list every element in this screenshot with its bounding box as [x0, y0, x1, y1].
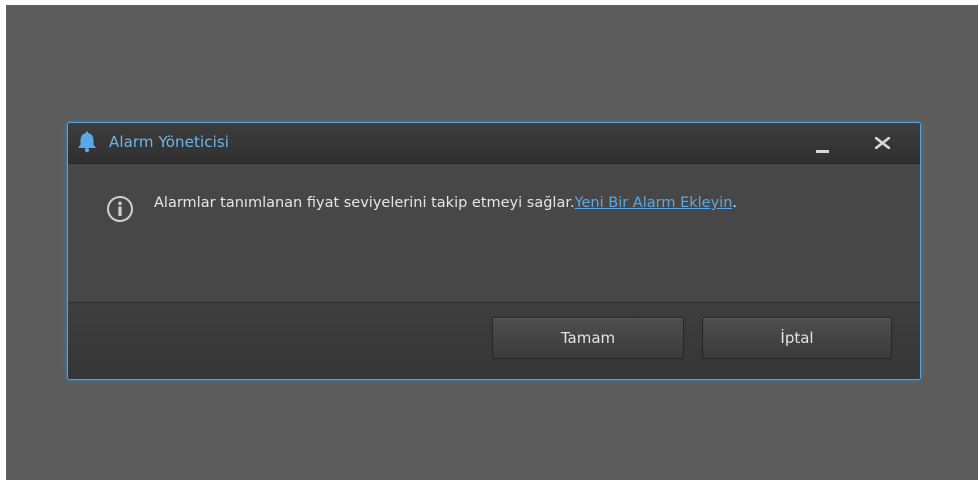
message-trailing: . [732, 195, 737, 211]
message-text: Alarmlar tanımlanan fiyat seviyelerini t… [154, 195, 575, 211]
minimize-button[interactable] [810, 130, 836, 156]
info-message: Alarmlar tanımlanan fiyat seviyelerini t… [154, 195, 834, 212]
close-button[interactable] [870, 130, 896, 156]
ok-button[interactable]: Tamam [492, 317, 684, 359]
dialog-title: Alarm Yöneticisi [109, 133, 230, 151]
dialog-titlebar: Alarm Yöneticisi [68, 123, 920, 164]
bell-icon [76, 131, 98, 153]
dialog-footer: Tamam İptal [68, 302, 920, 379]
dialog-content: Alarmlar tanımlanan fiyat seviyelerini t… [68, 164, 920, 302]
minimize-icon [816, 150, 829, 153]
alarm-manager-dialog: Alarm Yöneticisi Alarmlar tanımlanan fiy… [67, 122, 921, 380]
cancel-button[interactable]: İptal [702, 317, 892, 359]
info-icon [106, 195, 134, 223]
add-new-alarm-link[interactable]: Yeni Bir Alarm Ekleyin [575, 195, 733, 211]
close-icon [875, 137, 890, 149]
